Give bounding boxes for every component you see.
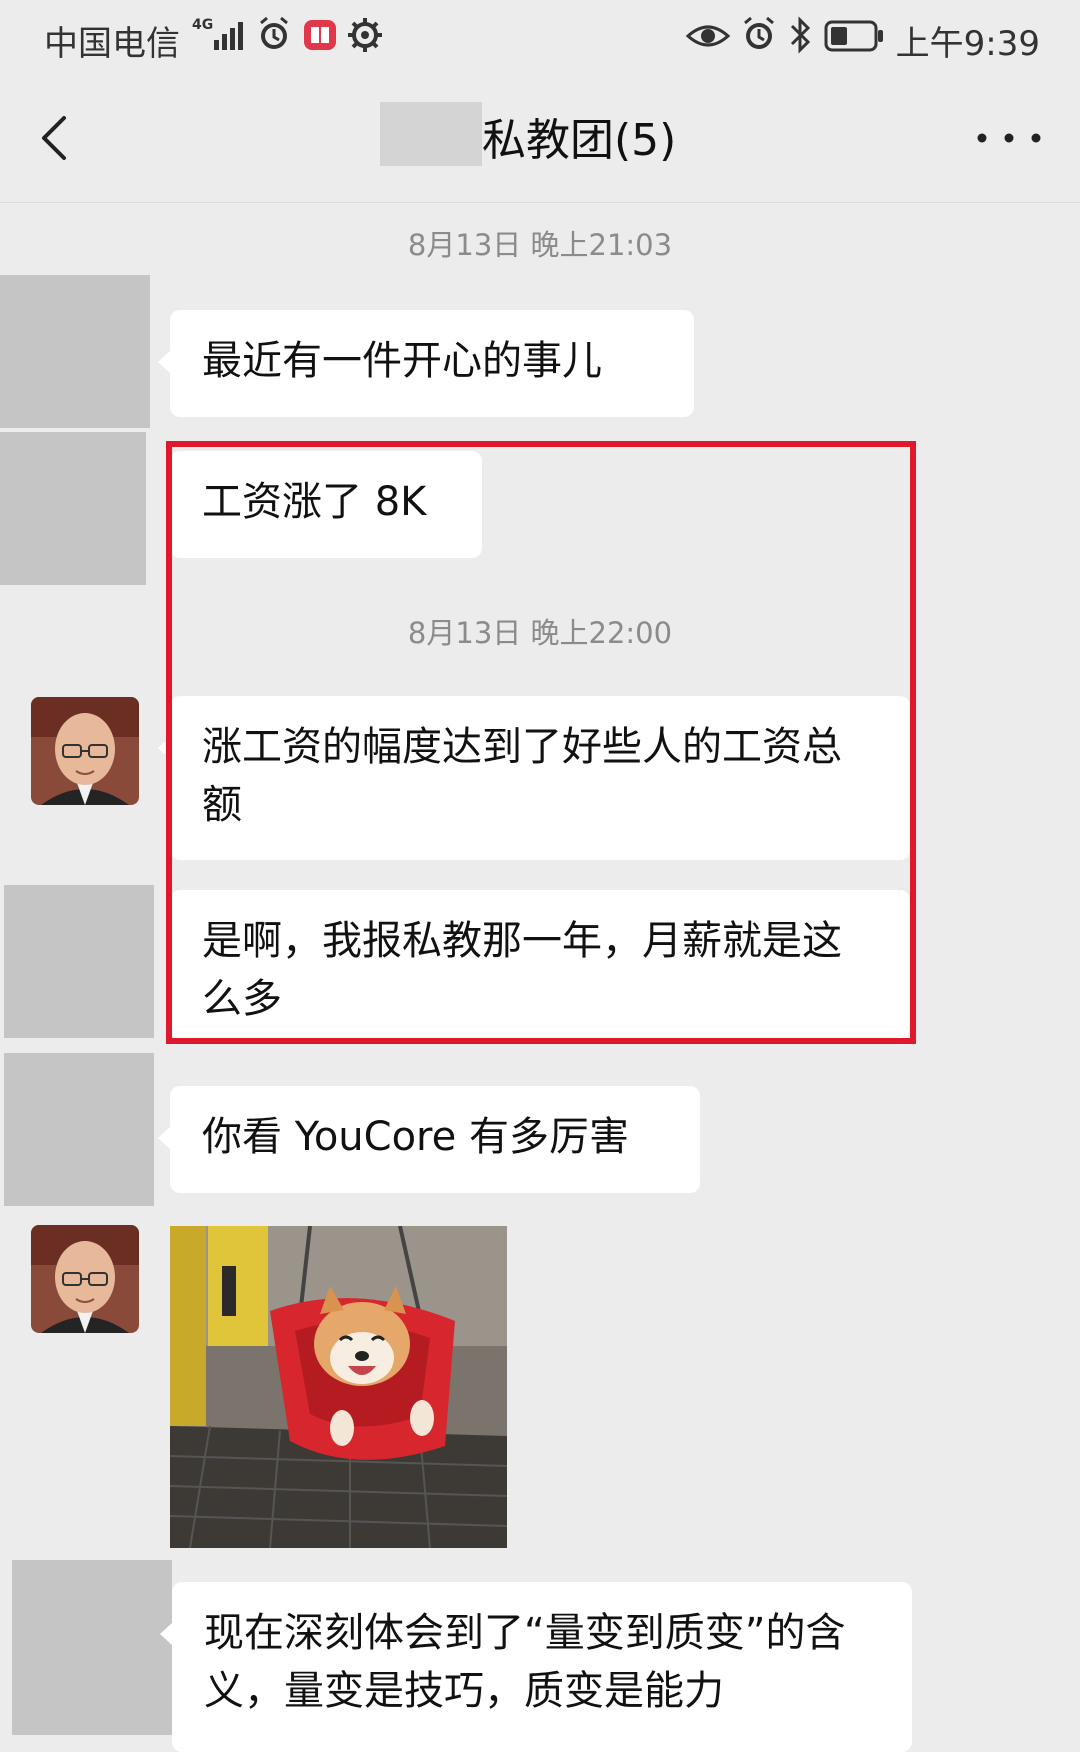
timestamp: 8月13日 晚上21:03 (407, 228, 673, 262)
message-bubble[interactable]: 是啊，我报私教那一年，月薪就是这么多 (170, 890, 910, 1040)
message-bubble[interactable]: 工资涨了 8K (170, 451, 482, 558)
book-app-icon (304, 20, 336, 50)
person-avatar-icon (31, 697, 139, 805)
shiba-dog-swing-image (170, 1226, 507, 1548)
battery-icon (824, 20, 883, 52)
message-text: 是啊，我报私教那一年，月薪就是这么多 (202, 918, 842, 1022)
message-text: 涨工资的幅度达到了好些人的工资总额 (202, 724, 842, 828)
clock-time: 上午9:39 (895, 24, 1040, 64)
avatar[interactable] (0, 275, 150, 428)
network-type-badge: 4G (192, 17, 214, 33)
bubble-tail (158, 350, 171, 374)
signal-icon (214, 22, 243, 50)
carrier-name: 中国电信 (44, 24, 180, 64)
image-message[interactable] (170, 1226, 507, 1548)
bubble-tail (158, 1126, 171, 1150)
message-bubble[interactable]: 最近有一件开心的事儿 (158, 310, 694, 417)
timestamp: 8月13日 晚上22:00 (407, 616, 673, 650)
message-bubble[interactable]: 你看 YouCore 有多厉害 (158, 1086, 700, 1193)
bluetooth-icon (790, 16, 811, 54)
more-dots-icon[interactable] (974, 126, 1044, 150)
message-text: 你看 YouCore 有多厉害 (202, 1114, 629, 1160)
chat-header: 私教团(5) (0, 78, 1080, 203)
avatar[interactable] (4, 1053, 154, 1206)
status-bar: 中国电信 4G 上午9:39 (0, 0, 1080, 78)
message-text: 现在深刻体会到了“量变到质变”的含义，量变是技巧，质变是能力 (204, 1610, 846, 1714)
message-text: 最近有一件开心的事儿 (202, 338, 602, 384)
avatar[interactable] (0, 432, 146, 585)
redacted-title-block (380, 102, 482, 166)
settings-gear-icon (348, 18, 382, 52)
person-avatar-icon (31, 1225, 139, 1333)
avatar[interactable] (12, 1560, 172, 1735)
bubble-tail (160, 1622, 173, 1646)
message-text: 工资涨了 8K (202, 479, 427, 525)
alarm-icon (744, 16, 774, 49)
alarm-clock-icon (260, 16, 288, 49)
chevron-left-icon[interactable] (28, 108, 88, 168)
eye-comfort-icon (686, 25, 730, 47)
chat-title: 私教团(5) (482, 115, 677, 166)
avatar[interactable] (31, 1225, 139, 1333)
message-bubble[interactable]: 涨工资的幅度达到了好些人的工资总额 (158, 696, 910, 860)
bubble-tail (158, 736, 171, 760)
avatar[interactable] (4, 885, 154, 1038)
avatar[interactable] (31, 697, 139, 805)
message-bubble[interactable]: 现在深刻体会到了“量变到质变”的含义，量变是技巧，质变是能力 (160, 1582, 912, 1752)
